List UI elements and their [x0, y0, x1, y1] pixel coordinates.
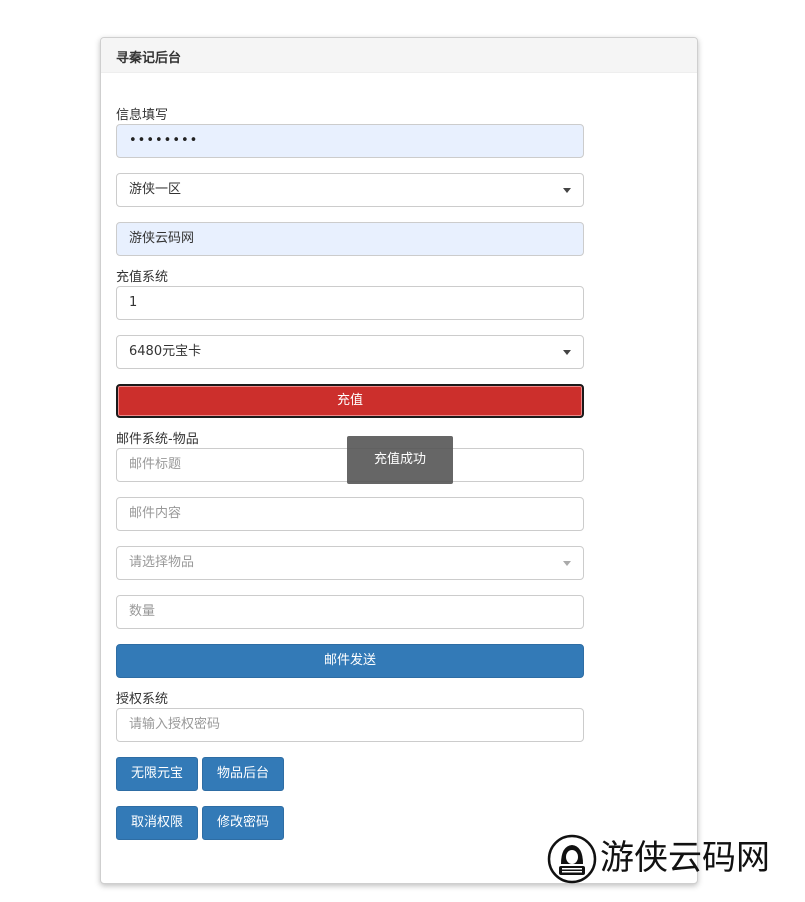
- item-backend-button[interactable]: 物品后台: [202, 757, 284, 791]
- watermark-text: 游侠云码网: [600, 836, 770, 880]
- mail-quantity-input[interactable]: 数量: [116, 595, 584, 629]
- mail-quantity-placeholder: 数量: [129, 604, 156, 619]
- unlimited-ingot-button[interactable]: 无限元宝: [116, 757, 198, 791]
- change-password-button[interactable]: 修改密码: [202, 806, 284, 840]
- auth-password-placeholder: 请输入授权密码: [129, 717, 221, 732]
- hacker-icon: [547, 834, 597, 884]
- chevron-down-icon: [563, 188, 571, 193]
- recharge-item-value: 6480元宝卡: [129, 344, 202, 359]
- password-input[interactable]: ••••••••: [116, 124, 584, 158]
- mail-content-placeholder: 邮件内容: [129, 506, 182, 521]
- recharge-section-label: 充值系统: [116, 270, 169, 285]
- revoke-permission-button[interactable]: 取消权限: [116, 806, 198, 840]
- role-name-value: 游侠云码网: [129, 231, 195, 246]
- panel-title: 寻秦记后台: [101, 38, 697, 73]
- watermark-text-value: 游侠云码网: [600, 838, 770, 878]
- mail-item-placeholder: 请选择物品: [129, 555, 195, 570]
- recharge-quantity-value: 1: [129, 295, 138, 310]
- info-section-label: 信息填写: [116, 108, 169, 123]
- mail-item-select[interactable]: 请选择物品: [116, 546, 584, 580]
- watermark-logo: 游侠云码网: [547, 834, 787, 884]
- mail-title-placeholder: 邮件标题: [129, 457, 182, 472]
- mail-section-label: 邮件系统-物品: [116, 432, 199, 447]
- chevron-down-icon: [563, 561, 571, 566]
- password-value: ••••••••: [129, 133, 199, 148]
- mail-send-button[interactable]: 邮件发送: [116, 644, 584, 678]
- mail-content-input[interactable]: 邮件内容: [116, 497, 584, 531]
- toast-message: 充值成功: [347, 436, 453, 484]
- recharge-item-select[interactable]: 6480元宝卡: [116, 335, 584, 369]
- recharge-quantity-input[interactable]: 1: [116, 286, 584, 320]
- server-select[interactable]: 游侠一区: [116, 173, 584, 207]
- chevron-down-icon: [563, 350, 571, 355]
- auth-section-label: 授权系统: [116, 692, 169, 707]
- server-select-value: 游侠一区: [129, 182, 182, 197]
- role-name-input[interactable]: 游侠云码网: [116, 222, 584, 256]
- auth-password-input[interactable]: 请输入授权密码: [116, 708, 584, 742]
- recharge-button[interactable]: 充值: [116, 384, 584, 418]
